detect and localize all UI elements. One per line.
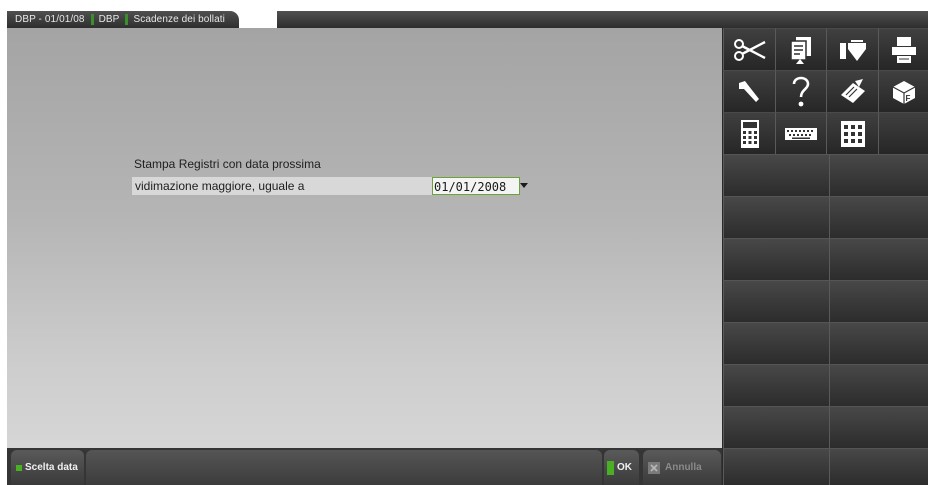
grid-keypad-icon[interactable] bbox=[826, 112, 878, 154]
hand-tray-icon[interactable] bbox=[826, 28, 878, 70]
ok-label: OK bbox=[617, 462, 632, 473]
breadcrumb-module[interactable]: DBP bbox=[99, 14, 120, 25]
date-field-label: vidimazione maggiore, uguale a bbox=[135, 179, 305, 193]
breadcrumb: DBP - 01/01/08 DBP Scadenze dei bollati bbox=[7, 11, 239, 28]
green-indicator-icon bbox=[16, 464, 22, 471]
green-indicator-icon bbox=[607, 460, 614, 475]
ok-button[interactable]: OK bbox=[604, 450, 639, 485]
function-key-slot[interactable] bbox=[829, 154, 928, 196]
annulla-label: Annulla bbox=[665, 462, 702, 473]
main-panel bbox=[7, 28, 722, 448]
breadcrumb-separator bbox=[125, 14, 129, 25]
keyboard-icon[interactable] bbox=[775, 112, 826, 154]
copy-documents-icon[interactable] bbox=[775, 28, 826, 70]
notepad-edit-icon[interactable] bbox=[826, 70, 878, 112]
function-key-slot[interactable] bbox=[723, 322, 829, 364]
calculator-icon[interactable] bbox=[723, 112, 775, 154]
function-key-slot[interactable] bbox=[829, 448, 928, 485]
toolbar-empty-slot bbox=[878, 112, 928, 154]
wrench-icon[interactable] bbox=[723, 70, 775, 112]
function-key-slot[interactable] bbox=[829, 238, 928, 280]
form-title: Stampa Registri con data prossima bbox=[134, 157, 321, 171]
empty-function-slot bbox=[86, 450, 602, 485]
scelta-data-button[interactable]: Scelta data bbox=[11, 450, 84, 485]
breadcrumb-company[interactable]: DBP - 01/01/08 bbox=[15, 14, 85, 25]
scelta-data-label: Scelta data bbox=[25, 462, 78, 473]
breadcrumb-page: Scadenze dei bollati bbox=[133, 14, 225, 25]
function-key-slot[interactable] bbox=[723, 406, 829, 448]
annulla-button[interactable]: Annulla bbox=[643, 450, 721, 485]
function-key-slot[interactable] bbox=[723, 364, 829, 406]
function-key-slot[interactable] bbox=[723, 238, 829, 280]
svg-text:F: F bbox=[905, 94, 910, 103]
breadcrumb-separator bbox=[90, 14, 94, 25]
help-question-icon[interactable] bbox=[775, 70, 826, 112]
function-key-slot[interactable] bbox=[829, 322, 928, 364]
scissors-icon[interactable] bbox=[723, 28, 775, 70]
function-key-slot[interactable] bbox=[723, 448, 829, 485]
function-key-slot[interactable] bbox=[723, 280, 829, 322]
date-field[interactable] bbox=[432, 177, 520, 195]
function-box-icon[interactable]: F bbox=[878, 70, 928, 112]
printer-icon[interactable] bbox=[878, 28, 928, 70]
function-key-slot[interactable] bbox=[829, 280, 928, 322]
cancel-x-icon bbox=[648, 461, 660, 474]
function-key-slot[interactable] bbox=[829, 196, 928, 238]
function-key-slot[interactable] bbox=[829, 364, 928, 406]
function-key-slot[interactable] bbox=[723, 196, 829, 238]
dropdown-arrow-icon[interactable] bbox=[520, 178, 528, 194]
top-bar-right bbox=[277, 11, 928, 28]
function-key-slot[interactable] bbox=[829, 406, 928, 448]
function-key-slot[interactable] bbox=[723, 154, 829, 196]
